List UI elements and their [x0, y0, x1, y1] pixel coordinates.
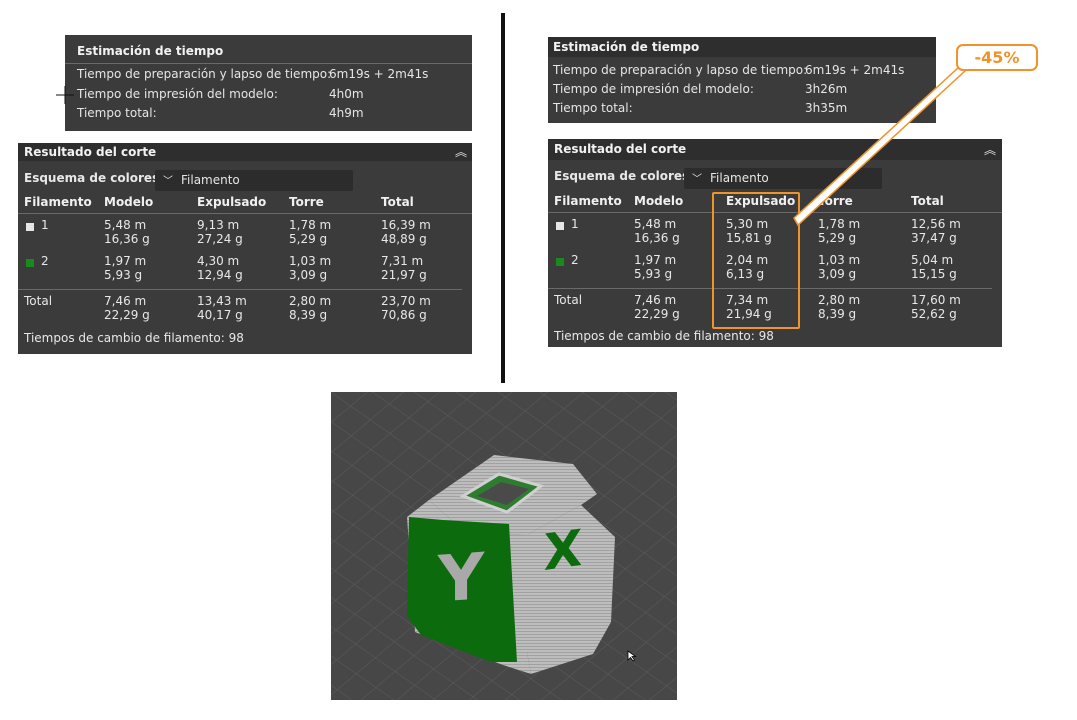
right-total-tower-weight: 8,39 g	[818, 307, 857, 321]
left-total-tower-length: 2,80 m	[289, 294, 332, 308]
left-total-time-label: Tiempo total:	[77, 106, 157, 120]
left-r1-flushed-length: 9,13 m	[197, 218, 240, 232]
right-time-estimation-title: Estimación de tiempo	[553, 40, 700, 54]
filament-2-id: 2	[41, 254, 49, 268]
left-total-label: Total	[24, 294, 53, 308]
comparison-divider	[501, 13, 505, 383]
left-r1-model-length: 5,48 m	[104, 218, 147, 232]
model-letter-x: X	[544, 518, 583, 582]
left-filament-change-count: 98	[228, 331, 244, 345]
right-r2-model-length: 1,97 m	[634, 253, 677, 267]
left-r1-tower-length: 1,78 m	[289, 218, 332, 232]
left-r1-total-length: 16,39 m	[381, 218, 431, 232]
left-total-total-length: 23,70 m	[381, 294, 431, 308]
filament-1-swatch	[556, 222, 564, 230]
left-r1-model-weight: 16,36 g	[104, 232, 150, 246]
left-slice-result-panel: Resultado del corte ︽ Esquema de colores…	[18, 143, 472, 354]
left-total-flushed-length: 13,43 m	[197, 294, 247, 308]
right-r2-total-weight: 15,15 g	[911, 267, 957, 281]
left-r2-model-weight: 5,93 g	[104, 268, 143, 282]
left-color-scheme-label: Esquema de colores	[24, 171, 160, 185]
right-r2-tower-length: 1,03 m	[818, 253, 861, 267]
right-total-label: Total	[554, 293, 583, 307]
right-r2-model-weight: 5,93 g	[634, 267, 673, 281]
left-color-scheme-value: Filamento	[181, 173, 240, 187]
right-r2-total-length: 5,04 m	[911, 253, 954, 267]
left-print-time-label: Tiempo de impresión del modelo:	[77, 87, 278, 101]
right-print-time-label: Tiempo de impresión del modelo:	[553, 82, 754, 96]
filament-1-id: 1	[571, 217, 579, 231]
left-r2-tower-length: 1,03 m	[289, 254, 332, 268]
left-r1-tower-weight: 5,29 g	[289, 232, 328, 246]
right-total-total-length: 17,60 m	[911, 293, 961, 307]
left-r2-total-length: 7,31 m	[381, 254, 424, 268]
left-r1-flushed-weight: 27,24 g	[197, 232, 243, 246]
left-total-time-value: 4h9m	[329, 106, 364, 120]
left-total-tower-weight: 8,39 g	[289, 308, 328, 322]
savings-badge: -45%	[956, 44, 1038, 71]
right-total-model-weight: 22,29 g	[634, 307, 680, 321]
right-total-tower-length: 2,80 m	[818, 293, 861, 307]
left-color-scheme-dropdown[interactable]: ﹀ Filamento	[155, 170, 353, 191]
chevron-down-icon: ﹀	[163, 176, 173, 187]
left-r2-total-weight: 21,97 g	[381, 268, 427, 282]
right-filament-change-label: Tiempos de cambio de filamento: 98	[554, 329, 774, 343]
right-r1-model-length: 5,48 m	[634, 217, 677, 231]
chevron-down-icon: ﹀	[692, 174, 702, 185]
left-r2-tower-weight: 3,09 g	[289, 268, 328, 282]
model-letter-y: Y	[437, 540, 486, 617]
left-col-flushed: Expulsado	[197, 195, 267, 209]
right-collapse-icon[interactable]: ︽	[984, 141, 996, 158]
left-print-time-value: 4h0m	[329, 87, 364, 101]
mouse-pointer-icon	[627, 650, 637, 662]
left-filament-change-label: Tiempos de cambio de filamento: 98	[24, 331, 244, 345]
left-total-total-weight: 70,86 g	[381, 308, 427, 322]
filament-2-swatch	[26, 259, 34, 267]
right-col-model: Modelo	[634, 194, 684, 208]
dice-model: Y X	[407, 455, 615, 674]
left-total-model-length: 7,46 m	[104, 294, 147, 308]
left-r2-flushed-length: 4,30 m	[197, 254, 240, 268]
annotation-arrow	[793, 67, 968, 227]
left-result-title: Resultado del corte	[24, 145, 157, 159]
right-prep-time-label: Tiempo de preparación y lapso de tiempo:	[553, 63, 808, 77]
filament-2-id: 2	[571, 253, 579, 267]
filament-1-id: 1	[41, 218, 49, 232]
left-time-estimation-title: Estimación de tiempo	[77, 44, 224, 58]
left-time-divider	[65, 63, 472, 64]
right-color-scheme-value: Filamento	[710, 171, 769, 185]
crosshair-cursor-icon	[56, 86, 74, 104]
left-header-divider	[18, 213, 472, 214]
left-total-flushed-weight: 40,17 g	[197, 308, 243, 322]
right-r2-tower-weight: 3,09 g	[818, 267, 857, 281]
3d-preview-viewport[interactable]: Y X	[331, 392, 677, 700]
filament-2-swatch	[556, 258, 564, 266]
left-r2-flushed-weight: 12,94 g	[197, 268, 243, 282]
left-r2-model-length: 1,97 m	[104, 254, 147, 268]
right-total-model-length: 7,46 m	[634, 293, 677, 307]
left-filament-change-text: Tiempos de cambio de filamento:	[24, 331, 225, 345]
right-col-filament: Filamento	[554, 194, 622, 208]
right-filament-change-text: Tiempos de cambio de filamento:	[554, 329, 755, 343]
right-r1-model-weight: 16,36 g	[634, 231, 680, 245]
left-col-model: Modelo	[104, 195, 154, 209]
right-color-scheme-label: Esquema de colores	[554, 169, 690, 183]
left-collapse-icon[interactable]: ︽	[455, 143, 467, 160]
right-result-title: Resultado del corte	[554, 142, 687, 156]
right-total-time-label: Tiempo total:	[553, 101, 633, 115]
right-total-total-weight: 52,62 g	[911, 307, 957, 321]
left-r1-total-weight: 48,89 g	[381, 232, 427, 246]
left-prep-time-label: Tiempo de preparación y lapso de tiempo:	[77, 67, 332, 81]
left-time-estimation-panel: Estimación de tiempo Tiempo de preparaci…	[65, 35, 472, 131]
left-total-divider	[18, 289, 462, 290]
left-prep-time-value: 6m19s + 2m41s	[329, 67, 429, 81]
left-total-model-weight: 22,29 g	[104, 308, 150, 322]
right-filament-change-count: 98	[758, 329, 774, 343]
left-col-filament: Filamento	[24, 195, 92, 209]
left-col-total: Total	[381, 195, 414, 209]
left-col-tower: Torre	[289, 195, 324, 209]
filament-1-swatch	[26, 223, 34, 231]
